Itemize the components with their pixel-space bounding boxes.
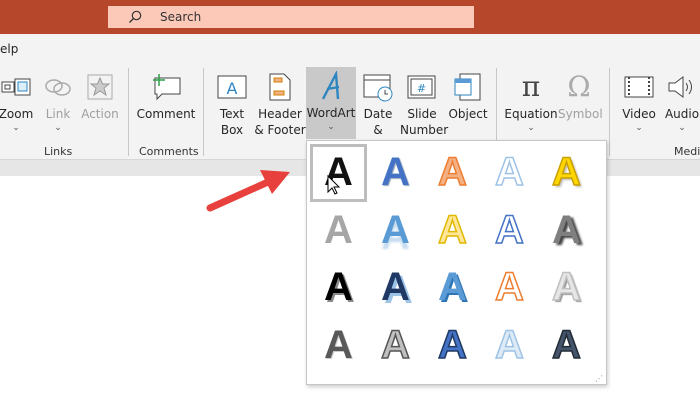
red-arrow-annotation xyxy=(206,170,341,212)
